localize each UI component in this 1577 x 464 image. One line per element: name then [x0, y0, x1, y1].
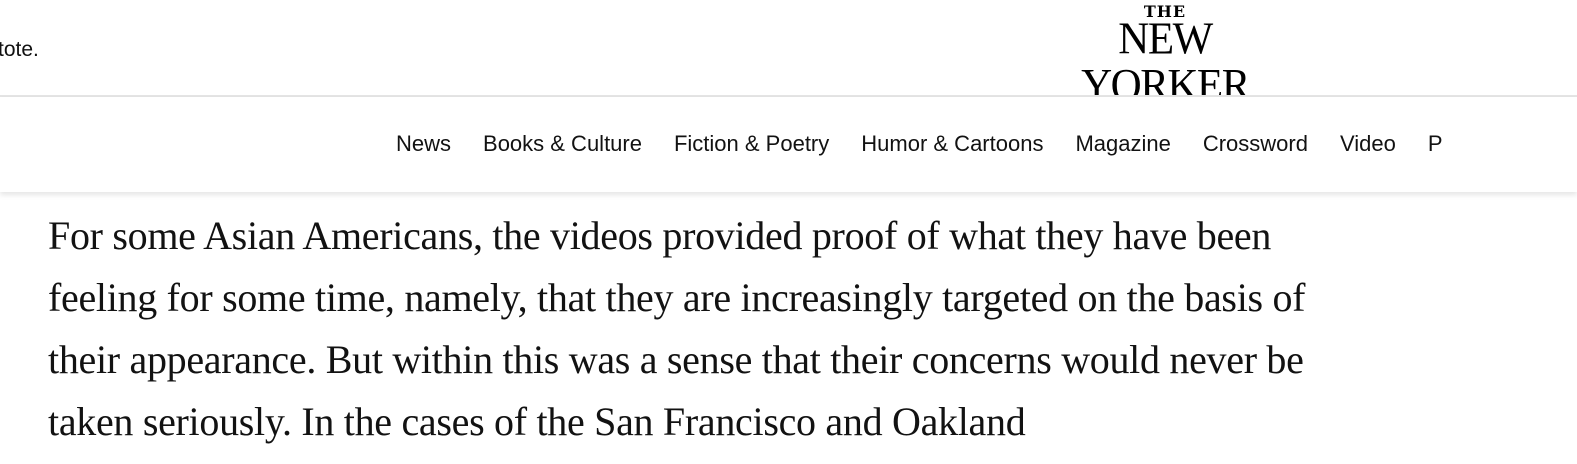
nav-item-news[interactable]: News: [396, 130, 451, 158]
promo-text[interactable]: tote.: [0, 38, 39, 62]
nav-item-magazine[interactable]: Magazine: [1075, 130, 1170, 158]
nav-item-books-culture[interactable]: Books & Culture: [483, 130, 642, 158]
nav-list: News Books & Culture Fiction & Poetry Hu…: [396, 130, 1443, 158]
nav-item-crossword[interactable]: Crossword: [1203, 130, 1308, 158]
article-body: For some Asian Americans, the videos pro…: [48, 205, 1368, 453]
article-paragraph: For some Asian Americans, the videos pro…: [48, 213, 1306, 444]
nav-item-humor-cartoons[interactable]: Humor & Cartoons: [861, 130, 1043, 158]
nav-item-truncated[interactable]: P: [1428, 130, 1443, 158]
nav-item-video[interactable]: Video: [1340, 130, 1396, 158]
nav-item-fiction-poetry[interactable]: Fiction & Poetry: [674, 130, 829, 158]
top-bar: tote. THE NEW YORKER: [0, 0, 1577, 109]
new-yorker-logo[interactable]: THE NEW YORKER: [1040, 2, 1290, 109]
main-navigation: News Books & Culture Fiction & Poetry Hu…: [0, 97, 1577, 192]
